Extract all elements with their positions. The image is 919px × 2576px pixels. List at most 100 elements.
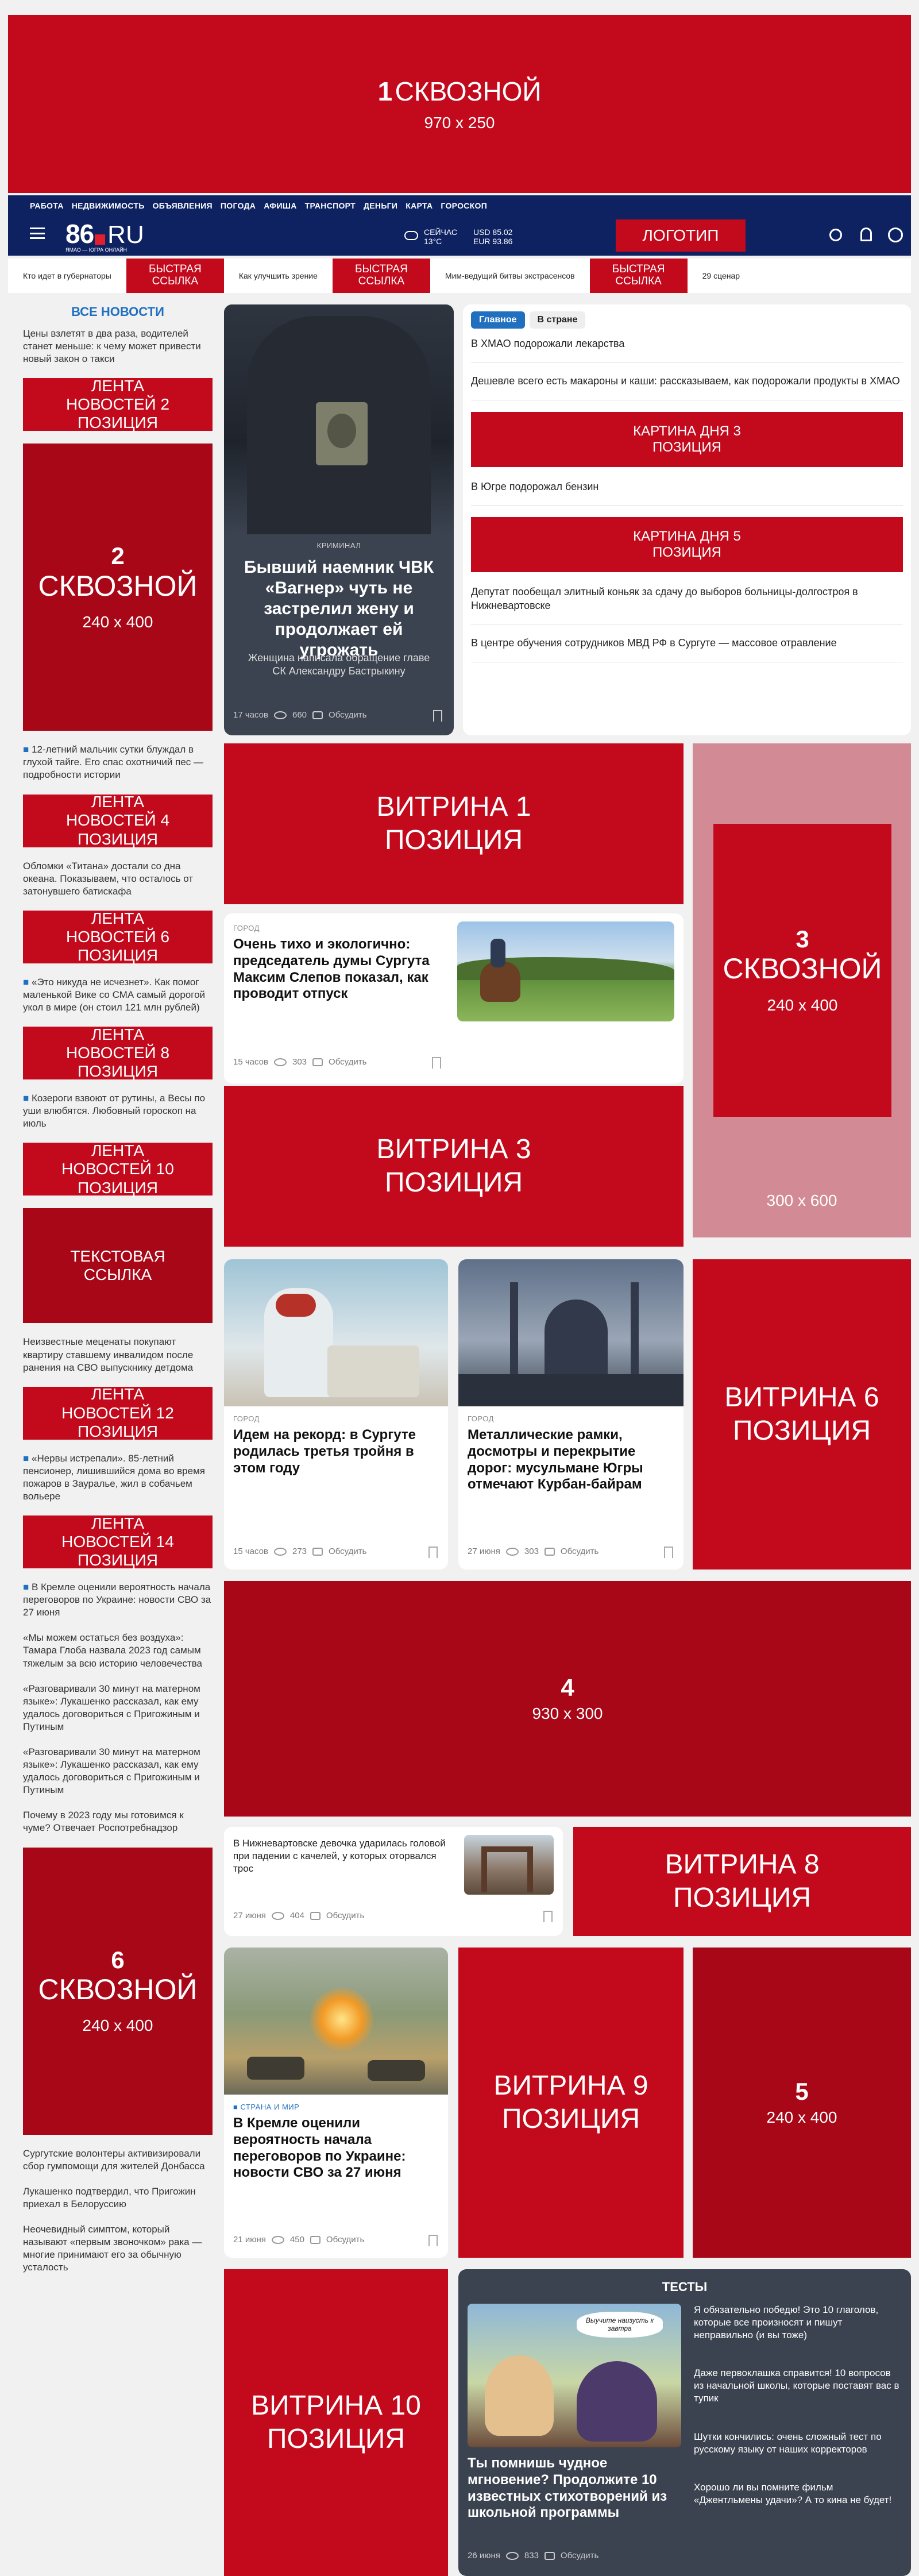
weather-widget[interactable]: СЕЙЧАС 13°C USD 85.02 EUR 93.86 — [404, 227, 512, 246]
comment-icon[interactable] — [310, 1911, 321, 1920]
nav-link[interactable]: ПОГОДА — [221, 201, 256, 210]
tests-main-card[interactable]: Выучите наизусть к завтра Ты помнишь чуд… — [468, 2304, 681, 2569]
burger-menu-icon[interactable] — [30, 227, 45, 239]
ad-kartina-dnya[interactable]: КАРТИНА ДНЯ 5 ПОЗИЦИЯ — [471, 516, 903, 572]
ad-banner-1[interactable]: 1 СКВОЗНОЙ 970 x 250 — [8, 15, 911, 193]
main-list-item[interactable]: В центре обучения сотрудников МВД РФ в С… — [471, 636, 903, 662]
sidebar-news-item[interactable]: Неизвестные меценаты покупают квартиру с… — [23, 1336, 213, 1374]
sidebar-heading[interactable]: ВСЕ НОВОСТИ — [23, 304, 213, 319]
news-card-triplets[interactable]: ГОРОД Идем на рекорд: в Сургуте родилась… — [224, 1259, 448, 1569]
tests-heading[interactable]: ТЕСТЫ — [458, 2280, 911, 2295]
nav-link[interactable]: ТРАНСПОРТ — [305, 201, 356, 210]
ad-lenta-news[interactable]: ЛЕНТА НОВОСТЕЙ 2 ПОЗИЦИЯ — [23, 377, 213, 431]
main-list-item[interactable]: В ХМАО подорожали лекарства — [471, 337, 903, 363]
bookmark-icon[interactable] — [543, 1911, 553, 1922]
quick-link-ad[interactable]: БЫСТРАЯ ССЫЛКА — [332, 259, 430, 293]
news-card-kremlin[interactable]: ■ СТРАНА И МИР В Кремле оценили вероятно… — [224, 1948, 448, 2258]
sidebar-news-item[interactable]: ■ «Нервы истрепали». 85-летний пенсионер… — [23, 1452, 213, 1503]
ticker-item[interactable]: Мим-ведущий битвы экстрасенсов — [430, 271, 590, 280]
ticker-item[interactable]: 29 сценар — [688, 271, 755, 280]
ad-skvoznoy-4[interactable]: 4 930 x 300 — [224, 1581, 911, 1817]
ad-vitrina-6[interactable]: ВИТРИНА 6 ПОЗИЦИЯ — [693, 1259, 911, 1569]
card-comments[interactable]: Обсудить — [329, 1547, 366, 1556]
ad-vitrina-8[interactable]: ВИТРИНА 8 ПОЗИЦИЯ — [573, 1827, 911, 1936]
tests-main-title[interactable]: Ты помнишь чудное мгновение? Продолжите … — [468, 2455, 681, 2521]
sidebar-news-item[interactable]: Обломки «Титана» достали со дна океана. … — [23, 860, 213, 898]
tests-list-item[interactable]: Даже первоклашка справится! 10 вопросов … — [694, 2367, 902, 2405]
tests-list-item[interactable]: Хорошо ли вы помните фильм «Джентльмены … — [694, 2481, 902, 2506]
bookmark-icon[interactable] — [428, 2235, 438, 2246]
ad-lenta-news[interactable]: ЛЕНТА НОВОСТЕЙ 8 ПОЗИЦИЯ — [23, 1025, 213, 1080]
comment-icon[interactable] — [312, 711, 323, 719]
site-logo[interactable]: 86 RU ЯМАО — ЮГРА ОНЛАЙН — [65, 218, 144, 253]
card-comments[interactable]: Обсудить — [561, 1547, 598, 1556]
sidebar-news-item[interactable]: ■ Козероги взвоют от рутины, а Весы по у… — [23, 1092, 213, 1130]
ticker-item[interactable]: Как улучшить зрение — [224, 271, 333, 280]
card-title[interactable]: В Нижневартовске девочка ударилась голов… — [233, 1837, 457, 1875]
sidebar-news-item[interactable]: Сургутские волонтеры активизировали сбор… — [23, 2147, 213, 2173]
nav-link[interactable]: АФИША — [264, 201, 296, 210]
ad-kartina-dnya[interactable]: КАРТИНА ДНЯ 3 ПОЗИЦИЯ — [471, 411, 903, 467]
ad-lenta-news[interactable]: ЛЕНТА НОВОСТЕЙ 14 ПОЗИЦИЯ — [23, 1514, 213, 1569]
card-title[interactable]: Очень тихо и экологично: председатель ду… — [233, 936, 451, 1002]
main-list-item[interactable]: Дешевле всего есть макароны и каши: расс… — [471, 374, 903, 400]
tests-comments[interactable]: Обсудить — [561, 2551, 598, 2560]
bell-icon[interactable] — [860, 227, 872, 241]
nav-link[interactable]: ДЕНЬГИ — [364, 201, 397, 210]
ad-skvoznoy-2[interactable]: 2 СКВОЗНОЙ 240 x 400 — [23, 444, 213, 731]
tests-list-item[interactable]: Шутки кончились: очень сложный тест по р… — [694, 2431, 902, 2456]
news-card-slepov[interactable]: ГОРОД Очень тихо и экологично: председат… — [224, 913, 684, 1083]
nav-link[interactable]: КАРТА — [406, 201, 433, 210]
sidebar-news-item[interactable]: «Разговаривали 30 минут на матерном язык… — [23, 1683, 213, 1733]
sidebar-news-item[interactable]: Цены взлетят в два раза, водителей стане… — [23, 327, 213, 365]
search-icon[interactable] — [829, 229, 842, 241]
comment-icon[interactable] — [312, 1058, 323, 1066]
sidebar-news-item[interactable]: ■ «Это никуда не исчезнет». Как помог ма… — [23, 976, 213, 1014]
ad-vitrina-1[interactable]: ВИТРИНА 1 ПОЗИЦИЯ — [224, 743, 684, 904]
bookmark-icon[interactable] — [664, 1547, 673, 1558]
sidebar-news-item[interactable]: ■ В Кремле оценили вероятность начала пе… — [23, 1581, 213, 1619]
nav-link[interactable]: ОБЪЯВЛЕНИЯ — [153, 201, 213, 210]
card-comments[interactable]: Обсудить — [329, 1057, 366, 1067]
ad-lenta-news[interactable]: ЛЕНТА НОВОСТЕЙ 4 ПОЗИЦИЯ — [23, 793, 213, 848]
card-comments[interactable]: Обсудить — [326, 2235, 364, 2245]
nav-link[interactable]: ГОРОСКОП — [441, 201, 487, 210]
comment-icon[interactable] — [310, 2235, 321, 2244]
quick-link-ad[interactable]: БЫСТРАЯ ССЫЛКА — [589, 259, 688, 293]
comment-icon[interactable] — [544, 2551, 555, 2560]
nav-link[interactable]: РАБОТА — [30, 201, 64, 210]
user-icon[interactable] — [888, 227, 903, 242]
sidebar-news-item[interactable]: Лукашенко подтвердил, что Пригожин приех… — [23, 2185, 213, 2211]
ad-vitrina-9[interactable]: ВИТРИНА 9 ПОЗИЦИЯ — [458, 1948, 684, 2258]
ad-skvoznoy-6[interactable]: 6 СКВОЗНОЙ 240 x 400 — [23, 1847, 213, 2135]
news-card-bairam[interactable]: ГОРОД Металлические рамки, досмотры и пе… — [458, 1259, 684, 1569]
sidebar-news-item[interactable]: Почему в 2023 году мы готовимся к чуме? … — [23, 1809, 213, 1834]
ticker-item[interactable]: Кто идет в губернаторы — [8, 271, 126, 280]
nav-link[interactable]: НЕДВИЖИМОСТЬ — [72, 201, 145, 210]
bookmark-icon[interactable] — [432, 1057, 441, 1069]
card-comments[interactable]: Обсудить — [326, 1911, 364, 1921]
main-list-item[interactable]: Депутат пообещал элитный коньяк за сдачу… — [471, 585, 903, 625]
sidebar-news-item[interactable]: Неочевидный симптом, который называют «п… — [23, 2223, 213, 2274]
card-title[interactable]: Металлические рамки, досмотры и перекрыт… — [468, 1427, 674, 1493]
tests-list-item[interactable]: Я обязательно победю! Это 10 глаголов, к… — [694, 2304, 902, 2342]
ad-lenta-news[interactable]: ЛЕНТА НОВОСТЕЙ 6 ПОЗИЦИЯ — [23, 909, 213, 964]
hero-card[interactable]: КРИМИНАЛ Бывший наемник ЧВК «Вагнер» чут… — [224, 304, 454, 735]
ad-text-link[interactable]: ТЕКСТОВАЯ ССЫЛКА — [23, 1208, 213, 1324]
main-list-item[interactable]: В Югре подорожал бензин — [471, 480, 903, 506]
comment-icon[interactable] — [312, 1547, 323, 1556]
hero-title[interactable]: Бывший наемник ЧВК «Вагнер» чуть не заст… — [238, 557, 440, 661]
sidebar-news-item[interactable]: ■ 12-летний мальчик сутки блуждал в глух… — [23, 743, 213, 781]
sidebar-news-item[interactable]: «Мы можем остаться без воздуха»: Тамара … — [23, 1632, 213, 1669]
bookmark-icon[interactable] — [428, 1547, 438, 1558]
ad-lenta-news[interactable]: ЛЕНТА НОВОСТЕЙ 10 ПОЗИЦИЯ — [23, 1142, 213, 1197]
ad-vitrina-10[interactable]: ВИТРИНА 10 ПОЗИЦИЯ — [224, 2269, 448, 2576]
ad-lenta-news[interactable]: ЛЕНТА НОВОСТЕЙ 12 ПОЗИЦИЯ — [23, 1385, 213, 1440]
bookmark-icon[interactable] — [433, 710, 442, 722]
tab-main[interactable]: Главное — [471, 311, 525, 329]
logo-ad-button[interactable]: ЛОГОТИП — [616, 219, 746, 252]
ad-skvoznoy-5[interactable]: 5 240 x 400 — [693, 1948, 911, 2258]
card-title[interactable]: Идем на рекорд: в Сургуте родилась треть… — [233, 1427, 440, 1476]
comment-icon[interactable] — [544, 1547, 555, 1556]
hero-comments[interactable]: Обсудить — [329, 710, 366, 720]
